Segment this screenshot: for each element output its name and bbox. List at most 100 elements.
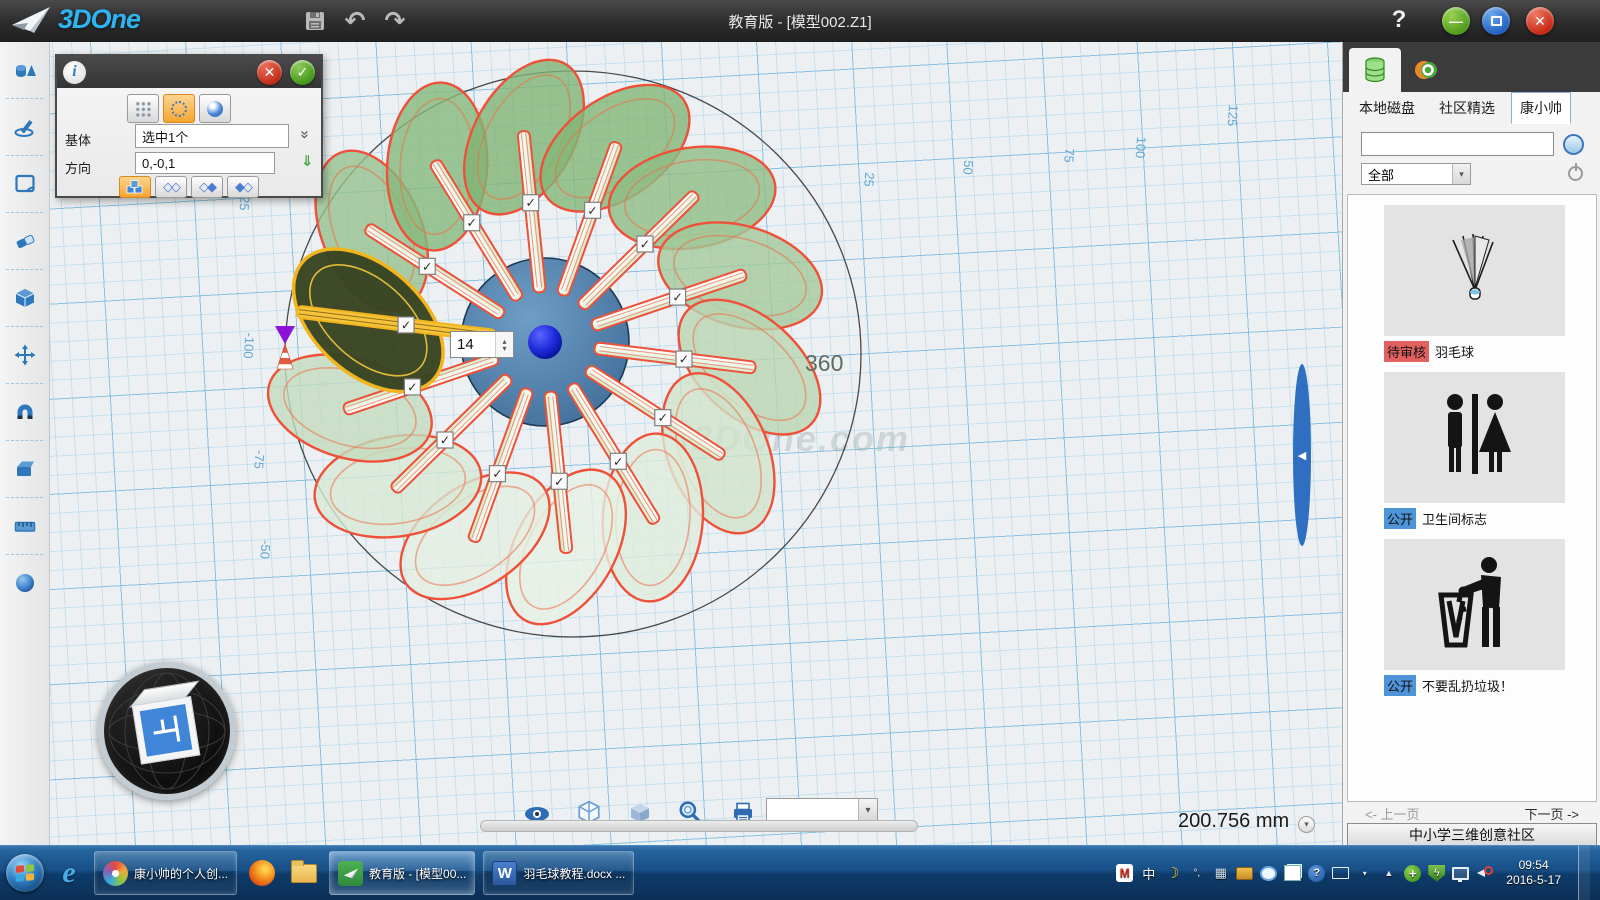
pattern-instance-checkbox[interactable]: ✓ [404, 379, 420, 395]
minimize-button[interactable]: — [1442, 7, 1470, 35]
community-tab-button[interactable] [1409, 54, 1443, 86]
list-item[interactable]: 待审核 羽毛球 [1348, 205, 1596, 362]
pattern-instance-checkbox[interactable]: ✓ [676, 351, 692, 367]
tray-dropdown-icon[interactable]: ▾ [1356, 864, 1373, 882]
list-item[interactable]: 公开 卫生间标志 [1348, 372, 1596, 529]
prev-page-button[interactable]: <- 上一页 [1365, 804, 1420, 823]
moon-tray-icon[interactable]: ☽ [1164, 864, 1181, 882]
view-cube-body[interactable]: 上 [131, 693, 204, 766]
refresh-power-icon[interactable] [1568, 166, 1583, 181]
help-button[interactable]: ? [1386, 6, 1412, 34]
dialog-cancel-button[interactable]: ✕ [257, 60, 282, 85]
taskbar-word-window-button[interactable]: W 羽毛球教程.docx ... [483, 851, 634, 895]
window-tray-icon[interactable] [1332, 867, 1349, 879]
pattern-instance-checkbox[interactable]: ✓ [637, 236, 653, 252]
tab-local-disk[interactable]: 本地磁盘 [1351, 93, 1423, 123]
direction-field-input[interactable] [135, 152, 275, 174]
point-pattern-button[interactable] [199, 94, 231, 123]
pattern-objects-button[interactable] [119, 176, 151, 198]
taskbar-clock[interactable]: 09:54 2016-5-17 [1500, 858, 1567, 888]
pick-direction-icon[interactable]: ⇓ [301, 152, 314, 170]
model-name[interactable]: 羽毛球 [1435, 342, 1474, 361]
base-field-input[interactable] [135, 124, 289, 148]
list-item[interactable]: 公开 不要乱扔垃圾！ [1348, 539, 1596, 696]
info-icon[interactable]: i [63, 61, 86, 84]
sketch-tool[interactable] [0, 99, 50, 155]
move-tool[interactable] [0, 327, 50, 383]
community-site-button[interactable]: 中小学三维创意社区 [1347, 823, 1597, 846]
taskbar-explorer-button[interactable] [287, 851, 321, 895]
pattern-instance-checkbox[interactable]: ✓ [670, 289, 686, 305]
center-sphere[interactable] [528, 325, 562, 359]
spinner-down-icon[interactable]: ▾ [502, 345, 506, 352]
pattern-instance-checkbox[interactable]: ✓ [585, 202, 601, 218]
feature-cube-tool[interactable] [0, 270, 50, 326]
view-preset-combobox[interactable]: ▾ [766, 798, 878, 822]
assembly-magnet-tool[interactable] [0, 384, 50, 440]
tab-user[interactable]: 康小帅 [1511, 92, 1571, 124]
category-select[interactable]: 全部 ▾ [1361, 163, 1471, 185]
spacing-option-3-button[interactable]: ◆◇ [227, 176, 259, 198]
model-thumbnail[interactable] [1384, 372, 1565, 503]
special-feature-tool[interactable] [0, 441, 50, 497]
model-thumbnail[interactable] [1384, 205, 1565, 336]
pattern-instance-checkbox[interactable]: ✓ [523, 195, 539, 211]
help-tray-icon[interactable]: ? [1308, 865, 1325, 882]
linear-pattern-button[interactable] [127, 94, 159, 123]
show-desktop-button[interactable] [1578, 846, 1590, 900]
ime-punctuation-tray-icon[interactable]: °, [1188, 864, 1205, 882]
taskbar-ie-button[interactable]: e [52, 851, 86, 895]
scale-dropdown-button[interactable]: ▾ [1298, 816, 1315, 833]
start-button[interactable] [6, 854, 44, 892]
combo-dropdown-icon[interactable]: ▾ [858, 799, 877, 821]
pattern-count-input[interactable] [451, 332, 495, 357]
model-name[interactable]: 卫生间标志 [1422, 509, 1487, 528]
pattern-instance-checkbox[interactable]: ✓ [419, 258, 435, 274]
volume-muted-tray-icon[interactable] [1476, 865, 1493, 881]
taskbar-3done-window-button[interactable]: 教育版 - [模型00... [329, 851, 475, 895]
restore-button[interactable] [1482, 7, 1510, 35]
pattern-instance-checkbox[interactable]: ✓ [489, 466, 505, 482]
panel-collapse-handle[interactable]: ◀ [1293, 364, 1311, 546]
model-thumbnail[interactable] [1384, 539, 1565, 670]
tab-community-featured[interactable]: 社区精选 [1431, 93, 1503, 123]
circular-pattern-button[interactable] [163, 94, 195, 123]
close-button[interactable]: ✕ [1526, 7, 1554, 35]
sketch-plane-tool[interactable] [0, 156, 50, 212]
bottom-slider-bar[interactable] [480, 820, 918, 832]
keyboard-tray-icon[interactable]: ▦ [1212, 864, 1229, 882]
view-cube[interactable]: 上 [98, 662, 236, 800]
view-cube-front-face[interactable]: 上 [132, 696, 201, 765]
pattern-instance-checkbox[interactable]: ✓ [610, 453, 626, 469]
maxthon-tray-icon[interactable]: M [1116, 864, 1133, 882]
toolbox-tray-icon[interactable] [1236, 867, 1253, 880]
search-tray-icon[interactable] [1260, 866, 1277, 881]
search-input[interactable] [1361, 132, 1554, 156]
pattern-instance-checkbox[interactable]: ✓ [655, 410, 671, 426]
spacing-option-1-button[interactable]: ◇◇ [155, 176, 187, 198]
pattern-instance-checkbox[interactable]: ✓ [398, 317, 414, 333]
taskbar-firefox-button[interactable] [245, 851, 279, 895]
network-tray-icon[interactable] [1452, 867, 1469, 880]
pattern-instance-checkbox[interactable]: ✓ [464, 215, 480, 231]
pattern-count-spinner[interactable]: ▴ ▾ [450, 331, 514, 358]
antivirus-plus-tray-icon[interactable]: + [1404, 865, 1421, 882]
show-hidden-icons-button[interactable]: ▲ [1380, 864, 1397, 882]
material-render-tool[interactable] [0, 555, 50, 611]
library-tab-button[interactable] [1349, 48, 1401, 92]
security-shield-tray-icon[interactable]: ϟ [1428, 865, 1445, 882]
ime-language-tray-icon[interactable]: 中 [1140, 864, 1157, 882]
document-tray-icon[interactable] [1284, 865, 1301, 881]
eraser-tool[interactable] [0, 213, 50, 269]
measure-tool[interactable] [0, 498, 50, 554]
viewport[interactable]: -125 -100 -75 -50 25 50 75 100 125 i3DOn… [50, 42, 1342, 845]
next-page-button[interactable]: 下一页 -> [1524, 804, 1579, 823]
spacing-option-2-button[interactable]: ◇◆ [191, 176, 223, 198]
pattern-instance-checkbox[interactable]: ✓ [551, 473, 567, 489]
taskbar-browser-window-button[interactable]: 康小帅的个人创... [94, 851, 237, 895]
primitives-tool[interactable] [0, 42, 50, 98]
search-globe-icon[interactable] [1563, 134, 1584, 155]
expand-chevron-icon[interactable]: » [297, 130, 314, 138]
model-name[interactable]: 不要乱扔垃圾！ [1422, 676, 1513, 695]
dialog-confirm-button[interactable]: ✓ [290, 60, 315, 85]
